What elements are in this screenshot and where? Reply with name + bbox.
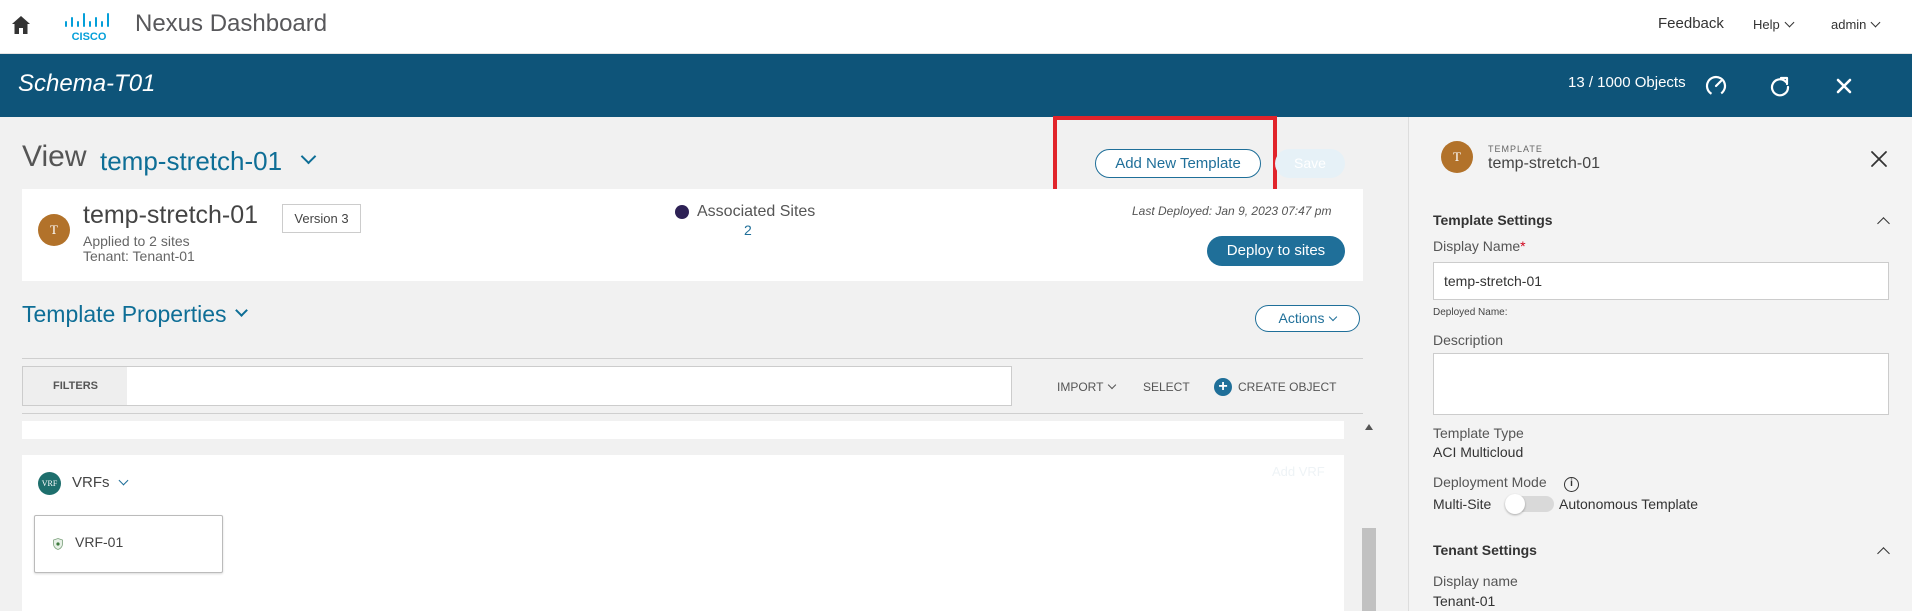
template-card: T temp-stretch-01 Version 3 Applied to 2… [22,189,1363,281]
actions-label: Actions [1278,310,1325,326]
template-type-label: Template Type [1433,425,1524,441]
home-icon[interactable] [10,14,32,36]
divider [22,358,1363,359]
deployment-mode-toggle[interactable] [1505,494,1554,514]
cisco-logo: CISCO [65,13,109,42]
top-bar: CISCO Nexus Dashboard Feedback Help admi… [0,0,1912,54]
chevron-down-icon[interactable] [118,475,129,486]
tenant-display-name-label: Display name [1433,573,1518,589]
save-button[interactable]: Save [1275,149,1345,178]
select-button[interactable]: SELECT [1143,380,1190,394]
view-label: View [22,140,87,173]
template-properties-title[interactable]: Template Properties [22,301,227,328]
vrf-icon: VRF [38,472,61,495]
description-label: Description [1433,332,1504,348]
import-label: IMPORT [1057,380,1104,394]
vrf-section: VRF VRFs Add VRF VRF-01 [22,455,1344,611]
user-menu[interactable]: admin [1831,17,1881,32]
cisco-logo-text: CISCO [72,31,107,42]
scroll-up-arrow-icon[interactable] [1365,424,1373,430]
info-icon[interactable]: i [1564,477,1579,492]
chevron-down-icon [1870,17,1881,28]
feedback-link[interactable]: Feedback [1658,15,1724,32]
deployment-mode-label: Deployment Mode [1433,474,1547,490]
panel-avatar: T [1441,141,1473,173]
help-menu[interactable]: Help [1753,17,1795,32]
applied-sites-text: Applied to 2 sites [83,233,190,249]
filters-bar: FILTERS [22,366,1012,406]
schema-title: Schema-T01 [18,70,156,97]
template-details-panel: T TEMPLATE temp-stretch-01 Template Sett… [1408,117,1912,611]
associated-sites-count[interactable]: 2 [744,222,752,238]
help-label: Help [1753,17,1780,32]
schema-bar: Schema-T01 13 / 1000 Objects [0,54,1912,117]
close-icon[interactable] [1870,150,1888,168]
chevron-up-icon[interactable] [1877,547,1890,560]
scrollbar-thumb[interactable] [1362,528,1376,611]
display-name-label: Display Name* [1433,238,1526,254]
deployed-name-label: Deployed Name: [1433,307,1508,318]
gauge-icon[interactable] [1703,73,1729,99]
filters-input[interactable] [128,367,1008,405]
template-selector[interactable]: temp-stretch-01 [100,146,282,177]
template-type-value: ACI Multicloud [1433,444,1524,460]
close-icon[interactable] [1831,73,1857,99]
sites-icon [675,205,689,219]
vrf-section-title[interactable]: VRFs [72,474,110,491]
plus-icon[interactable]: + [1214,378,1232,396]
mode-autonomous-label: Autonomous Template [1559,496,1699,512]
divider [22,413,1363,414]
toggle-knob [1505,494,1525,514]
panel-template-name: temp-stretch-01 [1488,155,1601,172]
display-name-input[interactable] [1433,262,1889,300]
chevron-down-icon [1329,312,1338,322]
chevron-down-icon [1108,380,1117,390]
chevron-down-icon[interactable] [300,148,317,165]
display-name-label-text: Display Name [1433,238,1521,254]
tenant-settings-heading[interactable]: Tenant Settings [1433,542,1537,558]
chevron-down-icon [1784,17,1795,28]
import-menu[interactable]: IMPORT [1057,380,1117,394]
template-name: temp-stretch-01 [83,201,259,229]
template-avatar: T [38,214,70,246]
description-input[interactable] [1433,353,1889,415]
last-deployed-text: Last Deployed: Jan 9, 2023 07:47 pm [1132,204,1332,218]
vrf-card-label: VRF-01 [75,534,124,550]
chevron-up-icon[interactable] [1877,217,1890,230]
objects-count: 13 / 1000 Objects [1568,74,1686,91]
user-label: admin [1831,17,1867,32]
filters-label: FILTERS [23,367,127,405]
associated-sites-label: Associated Sites [697,203,816,220]
panel-eyebrow: TEMPLATE [1488,144,1543,154]
main-content: View temp-stretch-01 Add New Template Sa… [0,116,1408,611]
version-badge: Version 3 [282,204,361,233]
tenant-display-name-value: Tenant-01 [1433,593,1496,609]
add-new-template-button[interactable]: Add New Template [1095,149,1261,178]
create-object-button[interactable]: CREATE OBJECT [1238,380,1336,394]
tenant-text: Tenant: Tenant-01 [83,248,195,264]
actions-button[interactable]: Actions [1255,305,1360,332]
vrf-card[interactable]: VRF-01 [34,515,223,573]
add-vrf-button[interactable]: Add VRF [1272,464,1325,479]
template-settings-heading[interactable]: Template Settings [1433,212,1553,228]
shield-icon [53,538,63,550]
deploy-to-sites-button[interactable]: Deploy to sites [1207,236,1345,266]
mode-multisite-label: Multi-Site [1433,496,1492,512]
app-title: Nexus Dashboard [135,10,328,37]
required-asterisk: * [1520,238,1526,254]
refresh-icon[interactable] [1767,73,1793,99]
section-strip [22,421,1344,439]
chevron-down-icon[interactable] [235,304,248,317]
